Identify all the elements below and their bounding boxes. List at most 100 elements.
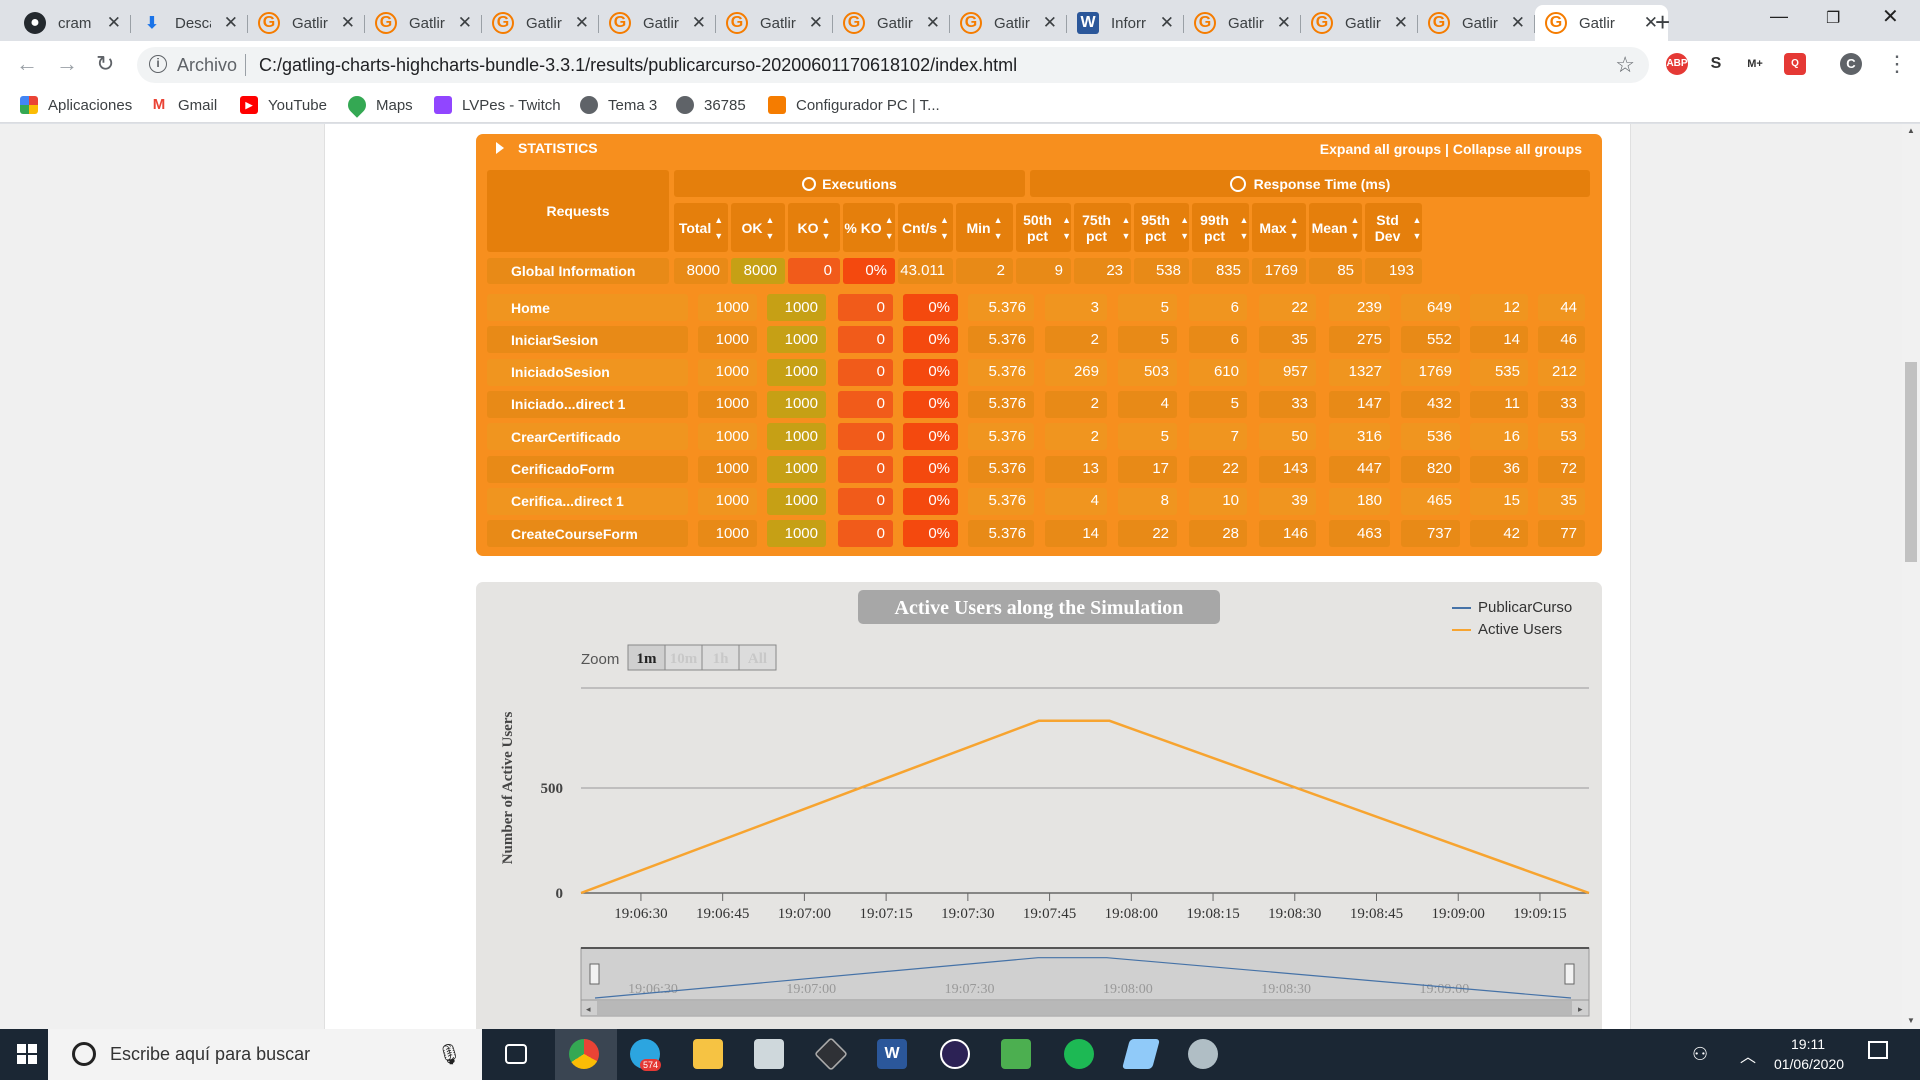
navigator-right-handle[interactable] (1564, 963, 1575, 985)
chrome-icon[interactable] (569, 1039, 599, 1069)
microphone-icon[interactable]: 🎙 (437, 1042, 462, 1067)
request-name-link[interactable]: Cerifica...direct 1 (487, 487, 688, 515)
column-header[interactable]: 75th pct ▲ ▼ (1074, 203, 1131, 252)
column-header[interactable]: 50th pct ▲ ▼ (1016, 203, 1071, 252)
menu-icon[interactable]: ⋮ (1886, 51, 1908, 77)
close-window-icon[interactable]: ✕ (1882, 4, 1899, 29)
bookmark-star-icon[interactable]: ☆ (1615, 52, 1635, 78)
forward-icon[interactable]: → (56, 51, 78, 77)
browser-tab[interactable]: G Gatlir ✕ (599, 5, 716, 41)
task-view-icon[interactable] (505, 1044, 527, 1064)
collapse-all-link[interactable]: Collapse all groups (1453, 141, 1582, 157)
close-tab-icon[interactable]: ✕ (1394, 13, 1408, 33)
info-icon[interactable]: i (149, 55, 167, 73)
browser-tab[interactable]: W Inforr ✕ (1067, 5, 1184, 41)
browser-tab[interactable]: G Gatlir ✕ (482, 5, 599, 41)
browser-tab[interactable]: G Gatlir ✕ (365, 5, 482, 41)
legend-item[interactable]: Active Users (1478, 621, 1562, 638)
statistics-title[interactable]: STATISTICS (496, 140, 598, 156)
page-scrollbar[interactable]: ▲ ▼ (1902, 124, 1920, 1029)
request-name-link[interactable]: Home (487, 294, 688, 321)
zoom-button-label[interactable]: 1m (637, 651, 658, 667)
browser-tab[interactable]: G Gatlir ✕ (950, 5, 1067, 41)
app-icon-2[interactable] (1001, 1039, 1031, 1069)
close-tab-icon[interactable]: ✕ (341, 13, 355, 33)
browser-tab[interactable]: G Gatlir ✕ (1301, 5, 1418, 41)
bookmark-apps[interactable]: Aplicaciones (20, 96, 132, 114)
app-icon-4[interactable] (1188, 1039, 1218, 1069)
requests-header[interactable]: Requests (487, 170, 669, 252)
address-bar[interactable]: i Archivo C:/gatling-charts-highcharts-b… (137, 47, 1649, 83)
column-header[interactable]: Cnt/s ▲ ▼ (898, 203, 953, 252)
file-explorer-icon[interactable] (693, 1039, 723, 1069)
column-header[interactable]: OK ▲ ▼ (731, 203, 785, 252)
bookmark-gmail[interactable]: M Gmail (150, 96, 217, 114)
request-name-link[interactable]: CrearCertificado (487, 423, 688, 451)
close-tab-icon[interactable]: ✕ (458, 13, 472, 33)
scroll-up-icon[interactable]: ▲ (1907, 126, 1915, 135)
new-tab-button[interactable]: + (1655, 7, 1670, 38)
bookmark-tema3[interactable]: Tema 3 (580, 96, 657, 114)
maximize-icon[interactable]: ❐ (1826, 8, 1840, 28)
git-icon[interactable] (814, 1037, 848, 1071)
close-tab-icon[interactable]: ✕ (575, 13, 589, 33)
column-header[interactable]: KO ▲ ▼ (788, 203, 840, 252)
column-header[interactable]: Std Dev ▲ ▼ (1365, 203, 1422, 252)
word-icon[interactable]: W (877, 1039, 907, 1069)
browser-tab[interactable]: G Gatlir ✕ (248, 5, 365, 41)
column-header[interactable]: Max ▲ ▼ (1252, 203, 1306, 252)
spotify-icon[interactable] (1064, 1039, 1094, 1069)
bookmark-maps[interactable]: Maps (344, 92, 413, 118)
zoom-button-label[interactable]: All (748, 651, 767, 667)
request-name-link[interactable]: IniciarSesion (487, 326, 688, 354)
profile-avatar[interactable]: C (1840, 53, 1862, 75)
navigator-left-handle[interactable] (589, 963, 600, 985)
column-header[interactable]: Min ▲ ▼ (956, 203, 1013, 252)
close-tab-icon[interactable]: ✕ (692, 13, 706, 33)
minimize-icon[interactable]: — (1770, 6, 1788, 27)
browser-tab[interactable]: G Gatlir ✕ (1535, 5, 1668, 41)
scroll-left-icon[interactable]: ◂ (586, 1004, 591, 1014)
request-name-link[interactable]: IniciadoSesion (487, 358, 688, 386)
browser-tab[interactable]: G Gatlir ✕ (833, 5, 950, 41)
windows-start-icon[interactable] (17, 1044, 37, 1064)
close-tab-icon[interactable]: ✕ (926, 13, 940, 33)
request-name-link[interactable]: CerificadoForm (487, 455, 688, 483)
column-header[interactable]: % KO ▲ ▼ (843, 203, 895, 252)
extension-q-icon[interactable]: Q (1784, 53, 1806, 75)
browser-tab[interactable]: ● cram ✕ (14, 5, 131, 41)
app-icon-3[interactable] (1121, 1039, 1161, 1069)
browser-tab[interactable]: ⬇ Desca ✕ (131, 5, 248, 41)
close-tab-icon[interactable]: ✕ (1511, 13, 1525, 33)
notifications-icon[interactable] (1868, 1041, 1888, 1059)
close-tab-icon[interactable]: ✕ (1160, 13, 1174, 33)
address-url[interactable]: C:/gatling-charts-highcharts-bundle-3.3.… (259, 55, 1017, 76)
scroll-right-icon[interactable]: ▸ (1578, 1004, 1583, 1014)
back-icon[interactable]: ← (16, 51, 38, 77)
bookmark-configurador[interactable]: Configurador PC | T... (768, 96, 940, 114)
close-tab-icon[interactable]: ✕ (224, 13, 238, 33)
browser-tab[interactable]: G Gatlir ✕ (716, 5, 833, 41)
navigator-scrollbar-thumb[interactable] (597, 1001, 1572, 1015)
close-tab-icon[interactable]: ✕ (809, 13, 823, 33)
zoom-button-label[interactable]: 10m (670, 651, 698, 667)
tray-chevron-icon[interactable]: ︿ (1740, 1043, 1756, 1067)
column-header[interactable]: 95th pct ▲ ▼ (1134, 203, 1189, 252)
zoom-button-label[interactable]: 1h (713, 651, 730, 667)
column-header[interactable]: Mean ▲ ▼ (1309, 203, 1362, 252)
close-tab-icon[interactable]: ✕ (1043, 13, 1057, 33)
request-name-link[interactable]: CreateCourseForm (487, 520, 688, 548)
column-header[interactable]: 99th pct ▲ ▼ (1192, 203, 1249, 252)
clock-time[interactable]: 19:11 (1788, 1036, 1828, 1052)
request-name-link[interactable]: Iniciado...direct 1 (487, 390, 688, 418)
bookmark-youtube[interactable]: ▶ YouTube (240, 96, 327, 114)
expand-all-link[interactable]: Expand all groups (1320, 141, 1441, 157)
browser-tab[interactable]: G Gatlir ✕ (1418, 5, 1535, 41)
eclipse-icon[interactable] (940, 1039, 970, 1069)
adblock-icon[interactable]: ABP (1666, 53, 1688, 75)
column-header[interactable]: Total ▲ ▼ (674, 203, 728, 252)
clock-date[interactable]: 01/06/2020 (1768, 1056, 1850, 1072)
extension-s-icon[interactable]: S (1705, 53, 1727, 75)
close-tab-icon[interactable]: ✕ (1277, 13, 1291, 33)
close-tab-icon[interactable]: ✕ (107, 13, 121, 33)
